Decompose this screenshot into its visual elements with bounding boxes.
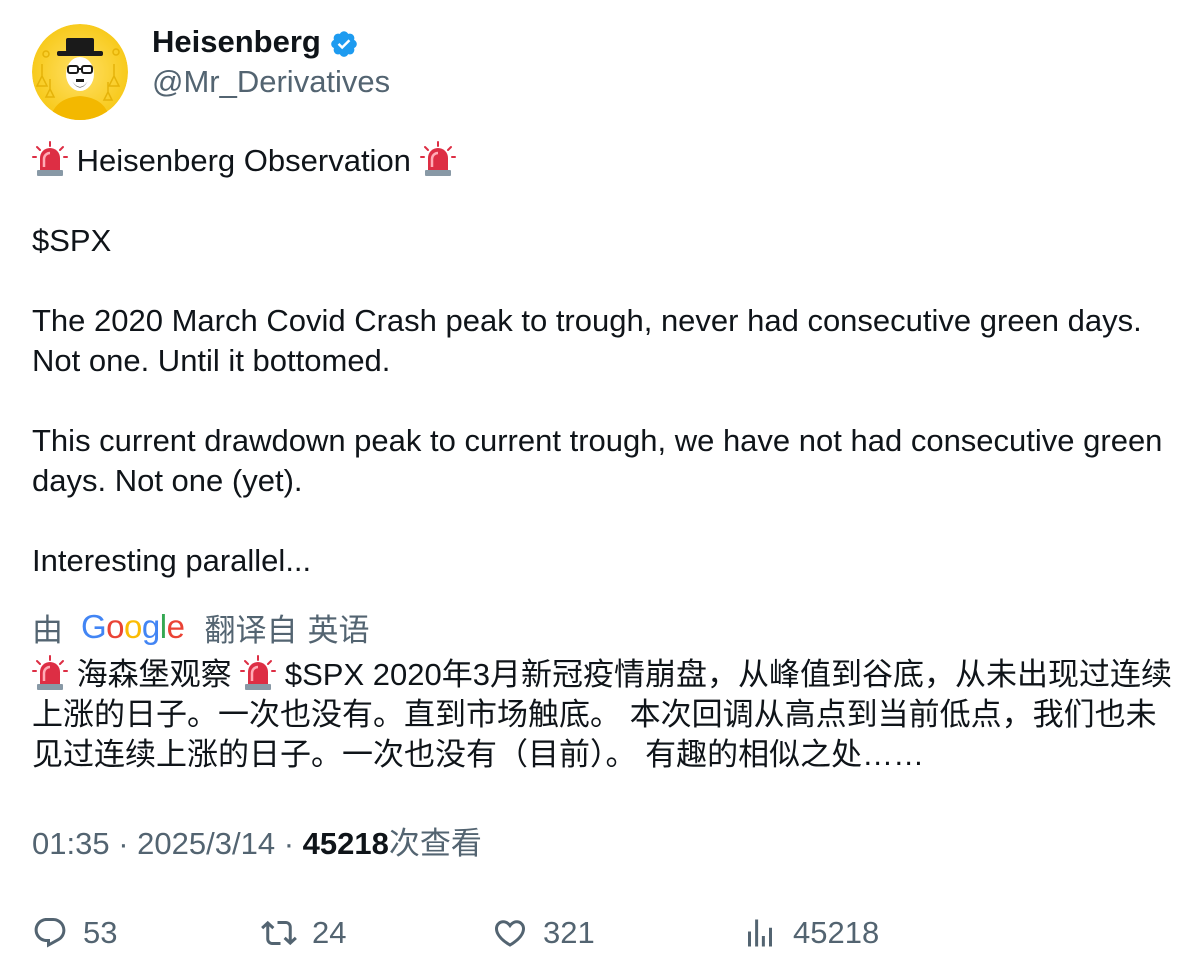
source-language: 英语 — [307, 612, 370, 648]
meta-separator: · — [118, 826, 129, 861]
police-car-light-icon — [32, 655, 68, 690]
action-bar: 53 24 321 45218 — [32, 910, 1172, 956]
police-car-light-icon — [240, 655, 277, 690]
translation-attribution: 由 Google 翻译自 英语 — [32, 607, 370, 648]
views-count: 45218 — [302, 826, 389, 861]
translated-from-label: 翻译自 — [204, 612, 298, 648]
tweet-ticker[interactable]: $SPX — [32, 221, 1172, 261]
views-action-count: 45218 — [793, 915, 880, 950]
tweet-paragraph-1: The 2020 March Covid Crash peak to troug… — [32, 303, 1151, 378]
tweet-time[interactable]: 01:35 — [32, 826, 110, 861]
views-label: 次查看 — [388, 826, 482, 861]
like-button[interactable]: 321 — [492, 910, 595, 956]
police-car-light-icon — [32, 141, 68, 176]
user-names: Heisenberg @Mr_Derivatives — [152, 24, 390, 102]
tweet-date[interactable]: 2025/3/14 — [137, 826, 275, 861]
verified-badge-icon[interactable] — [329, 29, 359, 59]
translated-text: 海森堡观察 $SPX 2020年3月新冠疫情崩盘，从峰值到谷底，从未出现过连续上… — [32, 655, 1172, 775]
translated-title: 海森堡观察 — [76, 657, 232, 692]
user-handle[interactable]: @Mr_Derivatives — [152, 62, 390, 102]
tweet-title-line: Heisenberg Observation — [32, 141, 1172, 181]
tweet-title: Heisenberg Observation — [76, 143, 411, 178]
like-count: 321 — [543, 915, 595, 950]
tweet-paragraph-3: Interesting parallel... — [32, 543, 312, 578]
reply-count: 53 — [83, 915, 118, 950]
tweet-header: Heisenberg @Mr_Derivatives — [32, 24, 390, 124]
translated-by-label: 由 — [32, 612, 63, 648]
avatar-image — [32, 24, 128, 120]
display-name[interactable]: Heisenberg — [152, 24, 321, 60]
reply-button[interactable]: 53 — [32, 910, 117, 956]
heart-icon — [494, 920, 526, 947]
police-car-light-icon — [419, 141, 456, 176]
views-chart-icon — [748, 919, 772, 947]
display-name-row: Heisenberg — [152, 24, 390, 60]
avatar[interactable] — [32, 24, 128, 120]
retweet-button[interactable]: 24 — [261, 910, 346, 956]
views-button[interactable]: 45218 — [742, 910, 879, 956]
tweet-paragraph-2: This current drawdown peak to current tr… — [32, 423, 1172, 498]
google-logo[interactable]: Google — [81, 608, 185, 646]
meta-separator: · — [283, 826, 295, 861]
tweet-meta: 01:35 · 2025/3/14 · 45218次查看 — [32, 824, 482, 864]
reply-icon — [34, 918, 66, 948]
tweet-body: Heisenberg Observation $SPX The 2020 Mar… — [32, 141, 1172, 581]
tweet: Heisenberg @Mr_Derivatives Heisenberg Ob… — [0, 0, 1196, 978]
retweet-icon — [261, 920, 297, 946]
retweet-count: 24 — [312, 915, 347, 950]
